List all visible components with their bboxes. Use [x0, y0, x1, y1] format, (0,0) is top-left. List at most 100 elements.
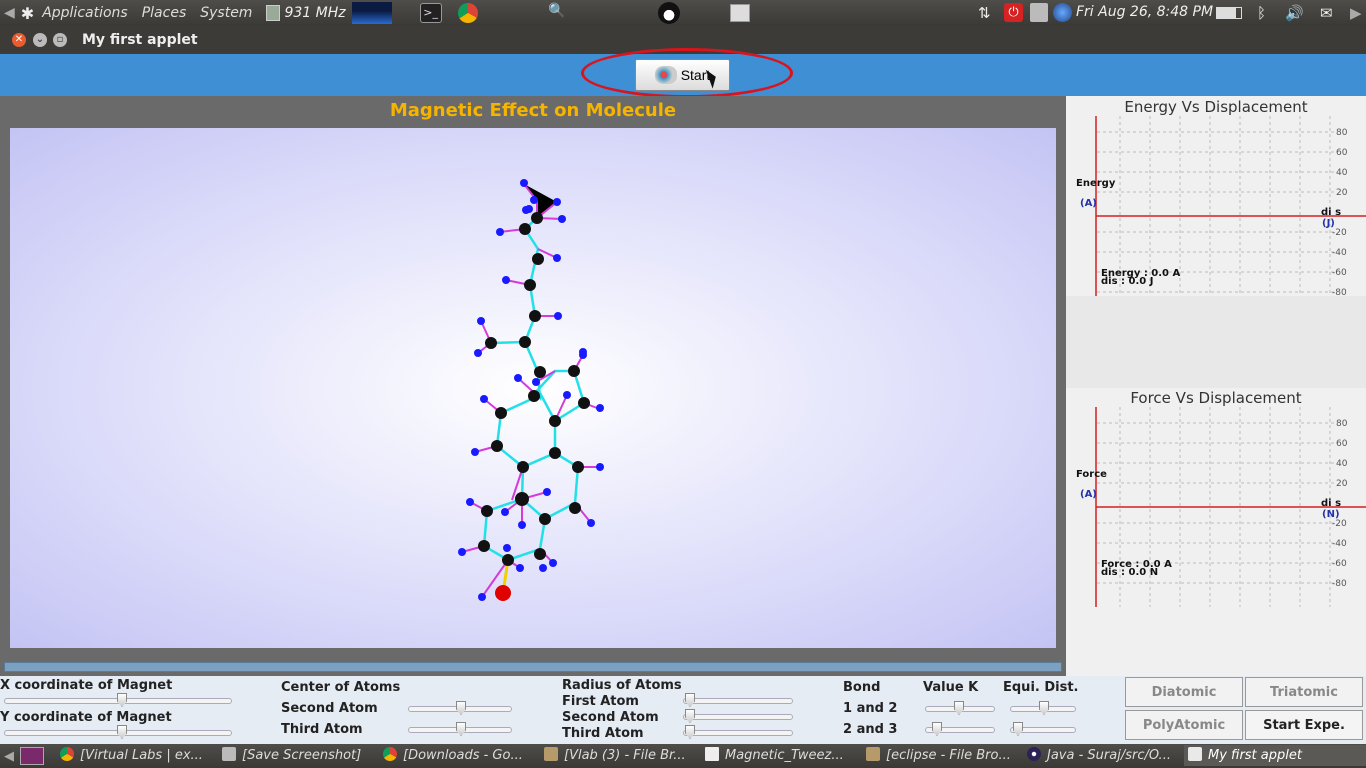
screenshot-app-icon[interactable]	[730, 4, 750, 22]
task-eclipse-file-browser[interactable]: [eclipse - File Bro...	[866, 747, 1016, 763]
center-second-atom-thumb[interactable]	[456, 701, 466, 715]
center-third-atom-slider[interactable]	[408, 722, 512, 736]
energy-x-label: di s	[1321, 207, 1341, 218]
y-magnet-thumb[interactable]	[117, 725, 127, 739]
radius-third-atom-slider[interactable]	[683, 725, 793, 739]
window-title-bar[interactable]: ✕ ⌄ ▫ My first applet	[0, 26, 1366, 54]
menu-places[interactable]: Places	[142, 5, 187, 21]
terminal-icon[interactable]: >_	[419, 3, 442, 23]
value-k-label: Value K	[923, 680, 979, 695]
task-label: [Save Screenshot]	[242, 748, 362, 763]
energy-tick: 40	[1336, 168, 1348, 178]
y-magnet-slider[interactable]	[4, 725, 232, 739]
tux-icon[interactable]	[658, 2, 680, 24]
task-my-first-applet[interactable]: My first applet	[1184, 745, 1366, 766]
x-magnet-thumb[interactable]	[117, 693, 127, 707]
force-tick: -40	[1332, 539, 1347, 549]
k-1-2-thumb[interactable]	[954, 701, 964, 715]
k-1-2-slider[interactable]	[925, 701, 995, 715]
chrome-icon[interactable]	[458, 3, 478, 23]
close-icon[interactable]: ✕	[12, 33, 26, 47]
clock[interactable]: Fri Aug 26, 8:48 PM	[1076, 4, 1213, 20]
center-atoms-label: Center of Atoms	[281, 680, 401, 695]
task-save-screenshot[interactable]: [Save Screenshot]	[222, 747, 372, 763]
equi-2-3-slider[interactable]	[1010, 722, 1076, 736]
task-label: Magnetic_Tweez...	[725, 748, 844, 763]
task-downloads[interactable]: [Downloads - Go...	[383, 747, 533, 763]
folder-icon	[544, 747, 558, 761]
radius-atoms-label: Radius of Atoms	[562, 678, 682, 693]
k-2-3-slider[interactable]	[925, 722, 995, 736]
x-magnet-slider[interactable]	[4, 693, 232, 707]
task-virtual-labs[interactable]: [Virtual Labs | ex...	[60, 747, 210, 763]
ubuntu-logo-icon[interactable]: ✱	[21, 4, 34, 23]
energy-tick: 20	[1336, 188, 1348, 198]
equi-1-2-slider[interactable]	[1010, 701, 1076, 715]
controls-panel: X coordinate of Magnet Y coordinate of M…	[0, 676, 1124, 744]
horizontal-scrollbar[interactable]	[4, 662, 1062, 672]
force-x-label: di s	[1321, 498, 1341, 509]
start-experiment-button[interactable]: Start Expe.	[1245, 710, 1363, 740]
task-label: Java - Suraj/src/O...	[1047, 748, 1171, 763]
energy-tick: 80	[1336, 128, 1348, 138]
center-second-atom-slider[interactable]	[408, 701, 512, 715]
equi-1-2-thumb[interactable]	[1039, 701, 1049, 715]
top-panel: ◀ ✱ Applications Places System 931 MHz >…	[0, 0, 1366, 26]
triatomic-button[interactable]: Triatomic	[1245, 677, 1363, 707]
power-icon[interactable]: ⏻	[1004, 3, 1023, 22]
equi-2-3-thumb[interactable]	[1013, 722, 1023, 736]
task-java-eclipse[interactable]: Java - Suraj/src/O...	[1027, 747, 1177, 763]
radius-first-atom-thumb[interactable]	[685, 693, 695, 707]
globe-icon[interactable]	[1053, 3, 1072, 22]
menu-applications[interactable]: Applications	[42, 5, 128, 21]
radius-first-atom-label: First Atom	[562, 694, 639, 709]
task-vlab-file-browser[interactable]: [Vlab (3) - File Br...	[544, 747, 694, 763]
menu-system[interactable]: System	[200, 5, 252, 21]
polyatomic-button[interactable]: PolyAtomic	[1125, 710, 1243, 740]
window-title: My first applet	[82, 32, 198, 48]
mail-icon[interactable]: ✉	[1320, 4, 1333, 22]
energy-graph-lower-shade	[1066, 296, 1366, 388]
force-graph-title: Force Vs Displacement	[1130, 389, 1302, 407]
radius-third-atom-thumb[interactable]	[685, 725, 695, 739]
search-icon[interactable]: 🔍	[548, 3, 565, 19]
maximize-icon[interactable]: ▫	[53, 33, 67, 47]
minimize-icon[interactable]: ⌄	[33, 33, 47, 47]
eclipse-icon	[1027, 747, 1041, 761]
k-2-3-thumb[interactable]	[932, 722, 942, 736]
force-tick: 20	[1336, 479, 1348, 489]
force-tick: -20	[1332, 519, 1347, 529]
cpu-icon	[266, 5, 281, 21]
radius-second-atom-label: Second Atom	[562, 710, 659, 725]
bluetooth-icon[interactable]: ᛒ	[1257, 4, 1266, 22]
simulation-area: Magnetic Effect on Molecule	[0, 96, 1066, 658]
taskbar: ◀ [Virtual Labs | ex... [Save Screenshot…	[0, 744, 1366, 768]
center-third-atom-thumb[interactable]	[456, 722, 466, 736]
energy-y-unit: (A)	[1080, 198, 1097, 209]
panel-left-arrow[interactable]: ◀	[4, 5, 15, 21]
camera-icon	[222, 747, 236, 761]
java-icon	[1188, 747, 1202, 761]
energy-dis-readout: dis : 0.0 J	[1101, 276, 1153, 287]
trash-icon[interactable]	[1030, 3, 1048, 22]
radius-second-atom-slider[interactable]	[683, 709, 793, 723]
diatomic-button[interactable]: Diatomic	[1125, 677, 1243, 707]
radius-second-atom-thumb[interactable]	[685, 709, 695, 723]
force-tick: -60	[1332, 559, 1347, 569]
energy-graph: Energy Vs Displacement 80 60 40 20 -20 -…	[1066, 96, 1366, 388]
show-desktop-icon[interactable]: ◀	[4, 749, 14, 764]
radius-first-atom-slider[interactable]	[683, 693, 793, 707]
system-monitor-icon[interactable]	[351, 2, 392, 24]
workspace-icon[interactable]	[20, 747, 44, 765]
volume-icon[interactable]: 🔊	[1285, 4, 1304, 22]
force-x-unit: (N)	[1322, 509, 1340, 520]
radius-third-atom-label: Third Atom	[562, 726, 644, 741]
battery-icon[interactable]	[1216, 7, 1242, 19]
panel-right-arrow[interactable]: ▶	[1350, 4, 1362, 22]
force-tick: 40	[1336, 459, 1348, 469]
force-graph: Force Vs Displacement 80 60 40 20 -20 -4…	[1066, 387, 1366, 617]
network-icon[interactable]: ⇅	[978, 4, 991, 22]
graphs-panel: Energy Vs Displacement 80 60 40 20 -20 -…	[1066, 96, 1366, 676]
task-magnetic-tweezers[interactable]: Magnetic_Tweez...	[705, 747, 855, 763]
molecule-canvas[interactable]	[10, 128, 1056, 648]
